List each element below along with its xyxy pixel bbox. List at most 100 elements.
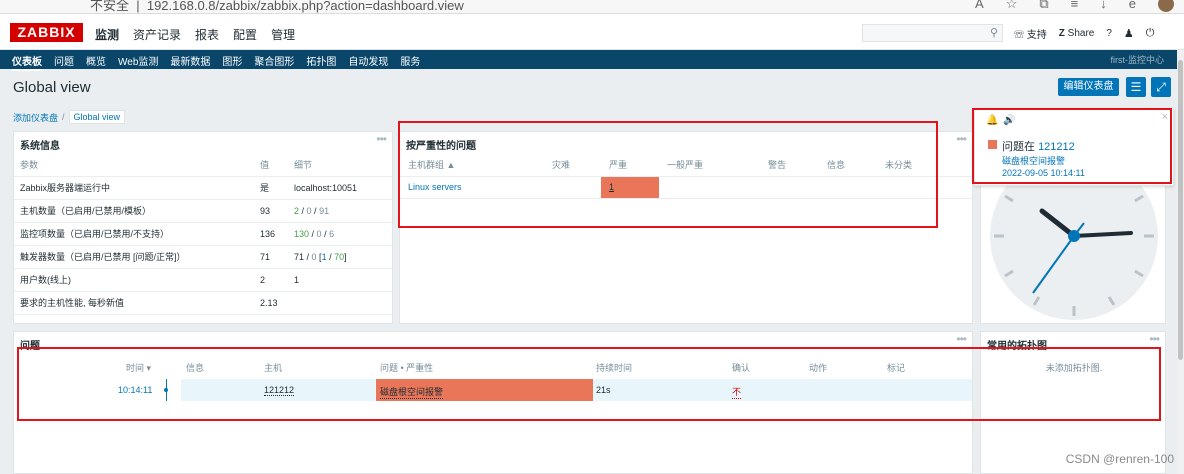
column-header: 信息 — [819, 154, 877, 177]
menu-administration[interactable]: 管理 — [271, 26, 295, 43]
subnav-overview[interactable]: 概览 — [86, 53, 106, 71]
menu-reports[interactable]: 报表 — [195, 26, 219, 43]
bell-icon[interactable]: 🔔 — [986, 115, 998, 126]
column-header: 灾难 — [544, 154, 601, 177]
search-icon[interactable]: ⚲ — [990, 26, 998, 39]
subnav-latest-data[interactable]: 最新数据 — [170, 53, 210, 71]
menu-configuration[interactable]: 配置 — [233, 26, 257, 43]
widget-menu-icon[interactable]: ••• — [956, 132, 967, 146]
menu-icon: ☰ — [1130, 80, 1142, 94]
host-link[interactable]: 121212 — [264, 385, 295, 396]
table-row: 10:14:11 121212 磁盘根空间报警 21s 不 — [14, 379, 972, 401]
user-profile-icon[interactable]: ♟ — [1124, 27, 1134, 40]
notification-host-link[interactable]: 121212 — [1038, 141, 1075, 153]
detail-cell: 130 / 0 / 6 — [288, 222, 392, 246]
sound-icon[interactable]: 🔊 — [1003, 115, 1015, 126]
table-header-row: 时间 ▾ 信息 主机 问题 • 严重性 持续时间 确认 动作 标记 — [14, 354, 972, 376]
value-cell: 93 — [254, 199, 288, 223]
scrollbar-thumb[interactable] — [1178, 60, 1183, 360]
zabbix-logo[interactable]: ZABBIX — [10, 23, 83, 42]
breadcrumb-current[interactable]: Global view — [68, 110, 126, 124]
notification-problem-link[interactable]: 磁盘根空间报警 — [1002, 154, 1065, 167]
column-header: 一般严重 — [659, 154, 760, 177]
subnav-problems[interactable]: 问题 — [54, 53, 74, 71]
column-header: 问题 • 严重性 — [380, 363, 434, 373]
detail-cell — [288, 291, 392, 315]
high-severity-cell[interactable]: 1 — [601, 176, 659, 199]
clock-center — [1068, 230, 1080, 242]
subnav-services[interactable]: 服务 — [400, 53, 420, 71]
menu-monitoring[interactable]: 监测 — [95, 26, 119, 43]
column-header-host-group[interactable]: 主机群组 ▲ — [400, 154, 544, 177]
column-header: 信息 — [186, 363, 205, 373]
close-icon[interactable]: × — [1162, 111, 1168, 123]
widget-menu-icon[interactable]: ••• — [1149, 332, 1160, 346]
breadcrumb-separator: / — [62, 112, 65, 122]
fullscreen-button[interactable]: ⤢ — [1151, 77, 1171, 97]
edit-dashboard-button[interactable]: 编辑仪表盘 — [1058, 78, 1119, 96]
subnav-discovery[interactable]: 自动发现 — [348, 53, 388, 71]
problems-widget: 问题 ••• 时间 ▾ 信息 主机 问题 • 严重性 持续时间 确认 动作 标记… — [13, 331, 973, 474]
widget-title: 系统信息 — [20, 141, 60, 152]
table-row: 监控项数量（已启用/已禁用/不支持） 136 130 / 0 / 6 — [14, 222, 392, 246]
top-header: ZABBIX 监测 资产记录 报表 配置 管理 ⚲ ☏ 支持 Z Share ?… — [0, 14, 1184, 50]
menu-inventory[interactable]: 资产记录 — [133, 26, 181, 43]
param-cell: Zabbix服务器端运行中 — [14, 176, 254, 200]
table-row: Zabbix服务器端运行中 是 localhost:10051 — [14, 176, 392, 200]
widget-title: 常用的拓扑图 — [987, 341, 1047, 352]
param-cell: 触发器数量（已启用/已禁用 [问题/正常]） — [14, 245, 254, 269]
info-cell — [819, 176, 877, 199]
search-input[interactable]: ⚲ — [862, 24, 1003, 42]
browser-toolbar: 不安全 | 192.168.0.8/zabbix/zabbix.php?acti… — [0, 0, 1184, 14]
subnav-graphs[interactable]: 图形 — [222, 53, 242, 71]
problem-time-link[interactable]: 10:14:11 — [118, 385, 152, 395]
share-icon: Z — [1058, 28, 1065, 39]
share-link[interactable]: Z Share — [1059, 28, 1095, 39]
column-header: 主机 — [264, 363, 283, 373]
server-name: first-监控中心 — [1110, 55, 1165, 65]
param-cell: 监控项数量（已启用/已禁用/不支持） — [14, 222, 254, 246]
dashboard-actions-button[interactable]: ☰ — [1126, 77, 1146, 97]
favorites-star-icon[interactable]: ☆ — [1006, 0, 1018, 12]
notification-time-link[interactable]: 2022-09-05 10:14:11 — [1002, 168, 1085, 178]
support-link[interactable]: ☏ 支持 — [1014, 26, 1047, 41]
page-scrollbar[interactable] — [1177, 50, 1184, 474]
value-cell: 71 — [254, 245, 288, 269]
subnav-web[interactable]: Web监测 — [118, 53, 158, 71]
problem-name-link[interactable]: 磁盘根空间报警 — [380, 385, 444, 399]
avatar[interactable] — [1158, 0, 1174, 12]
breadcrumb-parent[interactable]: 添加仪表盘 — [13, 111, 58, 124]
widget-menu-icon[interactable]: ••• — [956, 332, 967, 346]
table-row: 用户数(线上) 2 1 — [14, 268, 392, 292]
subnav-screens[interactable]: 聚合图形 — [254, 53, 294, 71]
problem-notification: 🔔 🔊 × 问题在 121212 磁盘根空间报警 2022-09-05 10:1… — [974, 108, 1174, 186]
column-header: 标记 — [887, 363, 906, 373]
downloads-icon[interactable]: ↓ — [1100, 0, 1107, 12]
edge-icon[interactable]: e — [1129, 0, 1136, 12]
collections-icon[interactable]: ≡ — [1071, 0, 1079, 12]
address-bar[interactable]: 不安全 | 192.168.0.8/zabbix/zabbix.php?acti… — [90, 0, 464, 13]
read-aloud-icon[interactable]: A — [975, 0, 984, 12]
logout-icon[interactable]: ⏻ — [1146, 27, 1155, 40]
extensions-icon[interactable]: ⧉ — [1039, 0, 1048, 12]
value-cell: 是 — [254, 176, 288, 200]
column-header: 值 — [254, 154, 288, 177]
table-header-row: 主机群组 ▲ 灾难 严重 一般严重 警告 信息 未分类 — [400, 154, 972, 177]
host-group-link[interactable]: Linux servers — [400, 176, 544, 199]
column-header: 未分类 — [877, 154, 972, 177]
help-link[interactable]: ? — [1106, 28, 1112, 39]
widget-menu-icon[interactable]: ••• — [376, 132, 387, 146]
param-cell: 主机数量（已启用/已禁用/模板） — [14, 199, 254, 223]
acknowledge-link[interactable]: 不 — [732, 385, 742, 399]
table-row: Linux servers 1 — [400, 176, 972, 199]
warning-cell — [760, 176, 819, 199]
main-menu: 监测 资产记录 报表 配置 管理 — [95, 26, 295, 43]
row-highlight — [593, 379, 972, 401]
average-cell — [659, 176, 760, 199]
subnav-maps[interactable]: 拓扑图 — [306, 53, 336, 71]
value-cell: 2.13 — [254, 291, 288, 315]
timeline-dot — [164, 388, 168, 392]
subnav-dashboard[interactable]: 仪表板 — [12, 53, 42, 71]
detail-cell: localhost:10051 — [288, 176, 392, 200]
column-header-time[interactable]: 时间 ▾ — [126, 361, 151, 374]
